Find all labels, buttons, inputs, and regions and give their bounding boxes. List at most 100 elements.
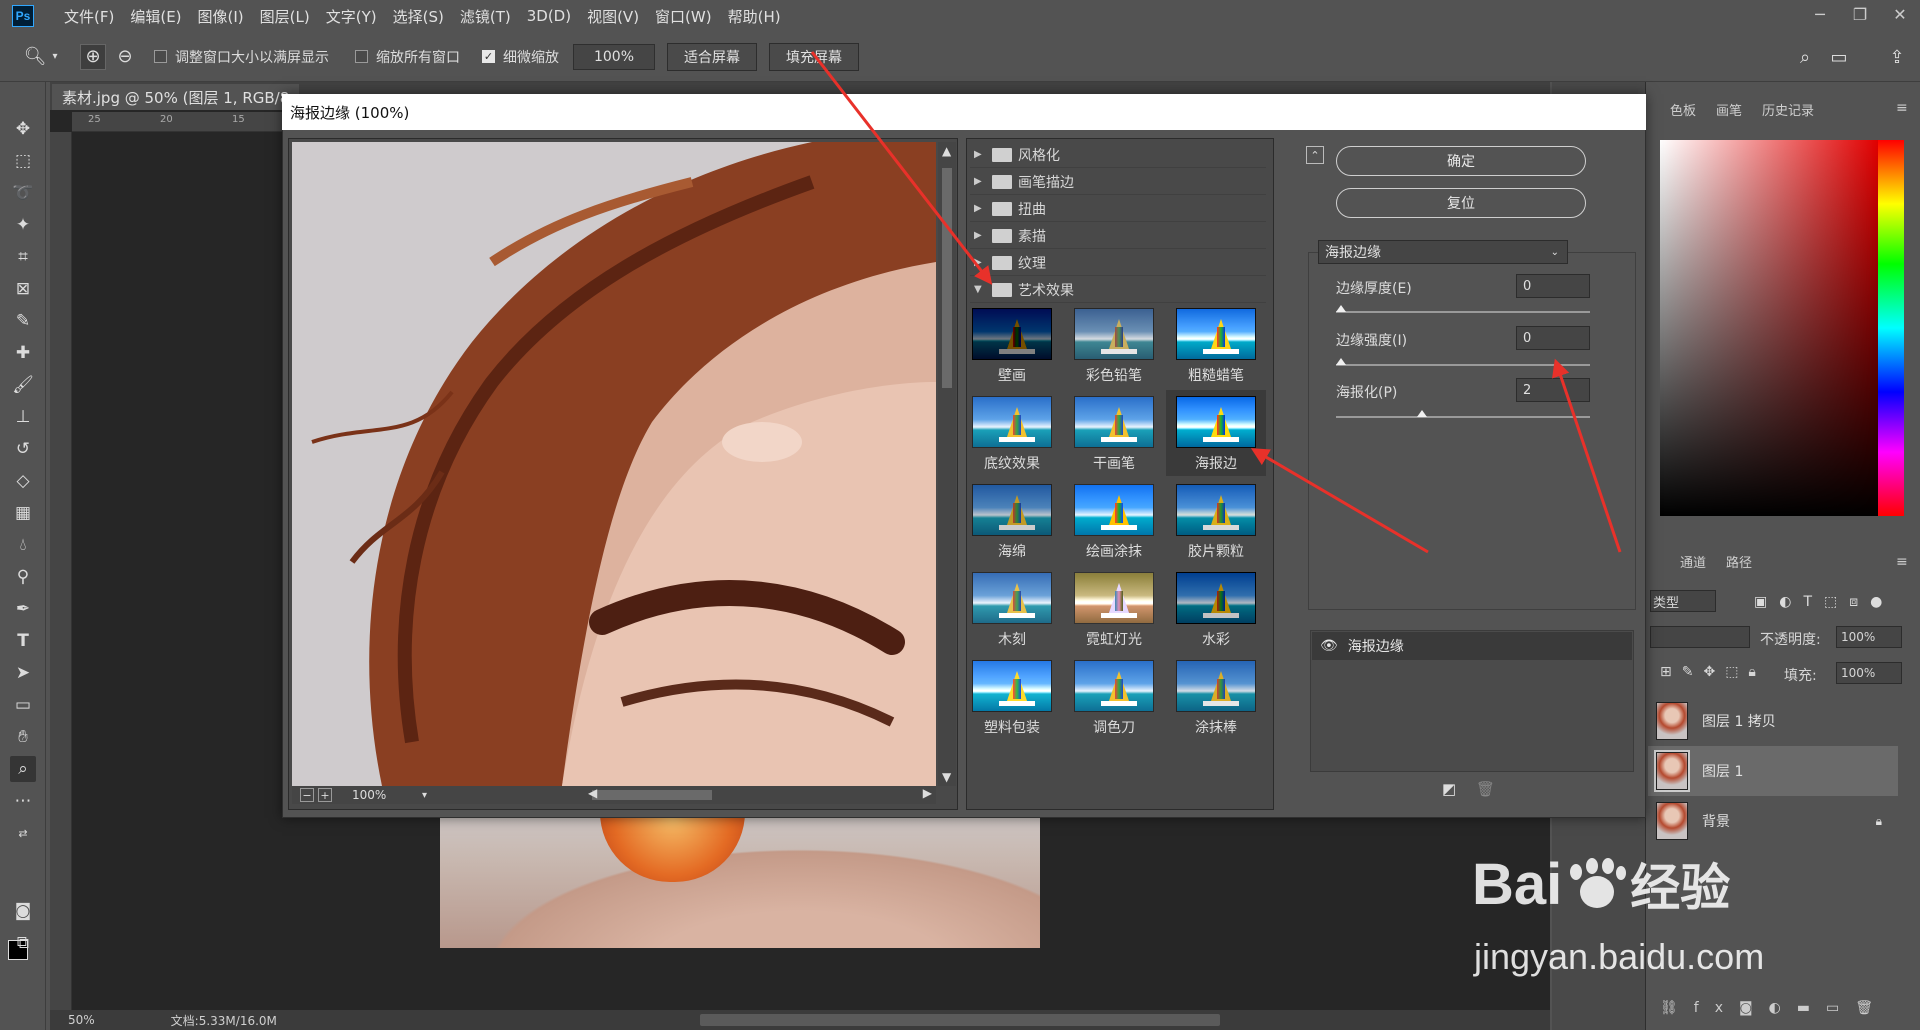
move-tool-icon[interactable]: ✥ <box>10 116 36 142</box>
filter-film-grain[interactable]: 胶片颗粒 <box>1166 478 1266 564</box>
tab-swatches[interactable]: 色板 <box>1660 100 1706 119</box>
filter-plastic-wrap[interactable]: 塑料包装 <box>962 654 1062 740</box>
folder-artistic[interactable]: ▼ 艺术效果 <box>970 277 1266 303</box>
filter-dry-brush[interactable]: 干画笔 <box>1064 390 1164 476</box>
gradient-tool-icon[interactable]: ▦ <box>10 500 36 526</box>
chevron-down-icon[interactable]: ▾ <box>422 790 427 801</box>
search-icon[interactable]: ⌕ <box>1792 44 1818 70</box>
zoom-value-field[interactable]: 100% <box>573 43 655 70</box>
zoom-out-icon[interactable]: − <box>300 788 314 802</box>
edge-thickness-slider[interactable] <box>1336 305 1590 313</box>
scroll-right-icon[interactable]: ▶ <box>923 786 932 800</box>
restore-icon[interactable]: ❐ <box>1840 0 1880 28</box>
menu-filter[interactable]: 滤镜(T) <box>452 6 519 27</box>
marquee-tool-icon[interactable]: ⬚ <box>10 148 36 174</box>
eye-icon[interactable]: 👁︎ <box>1320 638 1338 654</box>
slider-knob[interactable] <box>1336 358 1346 365</box>
resize-windows-checkbox[interactable]: 调整窗口大小以满屏显示 <box>154 47 329 67</box>
document-tab[interactable]: 素材.jpg @ 50% (图层 1, RGB/8 <box>52 84 300 110</box>
slider-knob[interactable] <box>1416 410 1427 417</box>
menu-select[interactable]: 选择(S) <box>385 6 452 27</box>
eraser-tool-icon[interactable]: ◇ <box>10 468 36 494</box>
folder-sketch[interactable]: ▶ 素描 <box>970 223 1266 249</box>
opacity-field[interactable]: 100% <box>1836 626 1902 648</box>
minimize-icon[interactable]: ─ <box>1800 0 1840 28</box>
posterization-slider[interactable] <box>1336 410 1590 418</box>
filter-palette-knife[interactable]: 调色刀 <box>1064 654 1164 740</box>
panel-menu-icon[interactable]: ≡ <box>1896 100 1908 116</box>
blur-tool-icon[interactable]: 💧︎ <box>10 532 36 558</box>
filter-neon-glow[interactable]: 霓虹灯光 <box>1064 566 1164 652</box>
scroll-left-icon[interactable]: ◀ <box>588 786 597 800</box>
layer-footer-icons[interactable]: ⛓fx◙◐▬▭🗑︎ <box>1660 1000 1889 1016</box>
type-tool-icon[interactable]: T <box>10 628 36 654</box>
crop-tool-icon[interactable]: ⌗ <box>10 244 36 270</box>
filter-colored-pencil[interactable]: 彩色铅笔 <box>1064 302 1164 388</box>
zoom-in-icon[interactable]: ⊕ <box>80 43 106 70</box>
hand-tool-icon[interactable]: ✋︎ <box>10 724 36 750</box>
menu-type[interactable]: 文字(Y) <box>318 6 385 27</box>
filter-underpainting[interactable]: 底纹效果 <box>962 390 1062 476</box>
chevron-down-icon[interactable]: ▾ <box>48 44 62 70</box>
zoom-all-checkbox[interactable]: 缩放所有窗口 <box>355 47 460 67</box>
filter-cutout[interactable]: 木刻 <box>962 566 1062 652</box>
zoom-in-icon[interactable]: + <box>318 788 332 802</box>
quick-mask-icon[interactable]: ◙ <box>10 898 36 924</box>
hue-slider[interactable] <box>1878 140 1904 516</box>
history-brush-icon[interactable]: ↺ <box>10 436 36 462</box>
edge-intensity-field[interactable]: 0 <box>1516 326 1590 350</box>
healing-brush-icon[interactable]: ✚ <box>10 340 36 366</box>
menu-edit[interactable]: 编辑(E) <box>122 6 189 27</box>
folder-brush-strokes[interactable]: ▶ 画笔描边 <box>970 169 1266 195</box>
effect-layer-row[interactable]: 👁︎ 海报边缘 <box>1312 632 1632 660</box>
more-tools-icon[interactable]: ⋯ <box>10 788 36 814</box>
scroll-thumb[interactable] <box>942 168 952 388</box>
stamp-tool-icon[interactable]: ⊥ <box>10 404 36 430</box>
scrubby-zoom-checkbox[interactable]: ✓ 细微缩放 <box>482 47 559 67</box>
folder-stylize[interactable]: ▶ 风格化 <box>970 142 1266 168</box>
filter-fresco[interactable]: 壁画 <box>962 302 1062 388</box>
path-select-icon[interactable]: ➤ <box>10 660 36 686</box>
filter-select[interactable]: 海报边缘 ⌄ <box>1318 240 1568 264</box>
panel-menu-icon[interactable]: ≡ <box>1896 554 1908 570</box>
pen-tool-icon[interactable]: ✒ <box>10 596 36 622</box>
dodge-tool-icon[interactable]: ⚲ <box>10 564 36 590</box>
scroll-up-icon[interactable]: ▲ <box>942 144 951 158</box>
tab-channels[interactable]: 通道 <box>1670 552 1716 571</box>
layer-item[interactable]: 背景 🔒︎ <box>1648 796 1898 846</box>
tab-history[interactable]: 历史记录 <box>1752 100 1824 119</box>
fill-field[interactable]: 100% <box>1836 662 1902 684</box>
menu-image[interactable]: 图像(I) <box>190 6 252 27</box>
fill-screen-button[interactable]: 填充屏幕 <box>769 42 859 71</box>
fit-screen-button[interactable]: 适合屏幕 <box>667 42 757 71</box>
filter-smudge-stick[interactable]: 涂抹棒 <box>1166 654 1266 740</box>
zoom-tool-icon[interactable]: ⌕ <box>10 756 36 782</box>
collapse-gallery-icon[interactable]: ⌃ <box>1306 146 1324 164</box>
lasso-tool-icon[interactable]: ➰ <box>10 180 36 206</box>
filter-sponge[interactable]: 海绵 <box>962 478 1062 564</box>
magic-wand-icon[interactable]: ✦ <box>10 212 36 238</box>
filter-rough-pastels[interactable]: 粗糙蜡笔 <box>1166 302 1266 388</box>
layer-item[interactable]: 图层 1 拷贝 <box>1648 696 1898 746</box>
frame-tool-icon[interactable]: ⊠ <box>10 276 36 302</box>
lock-icons[interactable]: ⊞✎✥⬚🔒︎ <box>1660 664 1766 680</box>
preview-zoom-value[interactable]: 100% <box>352 788 422 802</box>
menu-window[interactable]: 窗口(W) <box>647 6 720 27</box>
posterization-field[interactable]: 2 <box>1516 378 1590 402</box>
scroll-thumb[interactable] <box>592 790 712 800</box>
eyedropper-icon[interactable]: ✎ <box>10 308 36 334</box>
menu-view[interactable]: 视图(V) <box>579 6 647 27</box>
rectangle-tool-icon[interactable]: ▭ <box>10 692 36 718</box>
folder-distort[interactable]: ▶ 扭曲 <box>970 196 1266 222</box>
screen-mode-icon[interactable]: ⧉ <box>10 930 36 956</box>
tab-paths[interactable]: 路径 <box>1716 552 1762 571</box>
tab-brushes[interactable]: 画笔 <box>1706 100 1752 119</box>
delete-effect-layer-icon[interactable]: 🗑︎ <box>1476 780 1495 798</box>
close-icon[interactable]: ✕ <box>1880 0 1920 28</box>
layer-filter-kind[interactable]: 类型 <box>1650 590 1716 612</box>
preview-vertical-scrollbar[interactable]: ▲ ▼ <box>938 142 956 786</box>
color-picker-field[interactable] <box>1660 140 1878 516</box>
filter-preview[interactable] <box>292 142 936 786</box>
zoom-tool-icon[interactable]: 🔍︎ <box>22 44 48 70</box>
blend-mode-select[interactable] <box>1650 626 1750 648</box>
